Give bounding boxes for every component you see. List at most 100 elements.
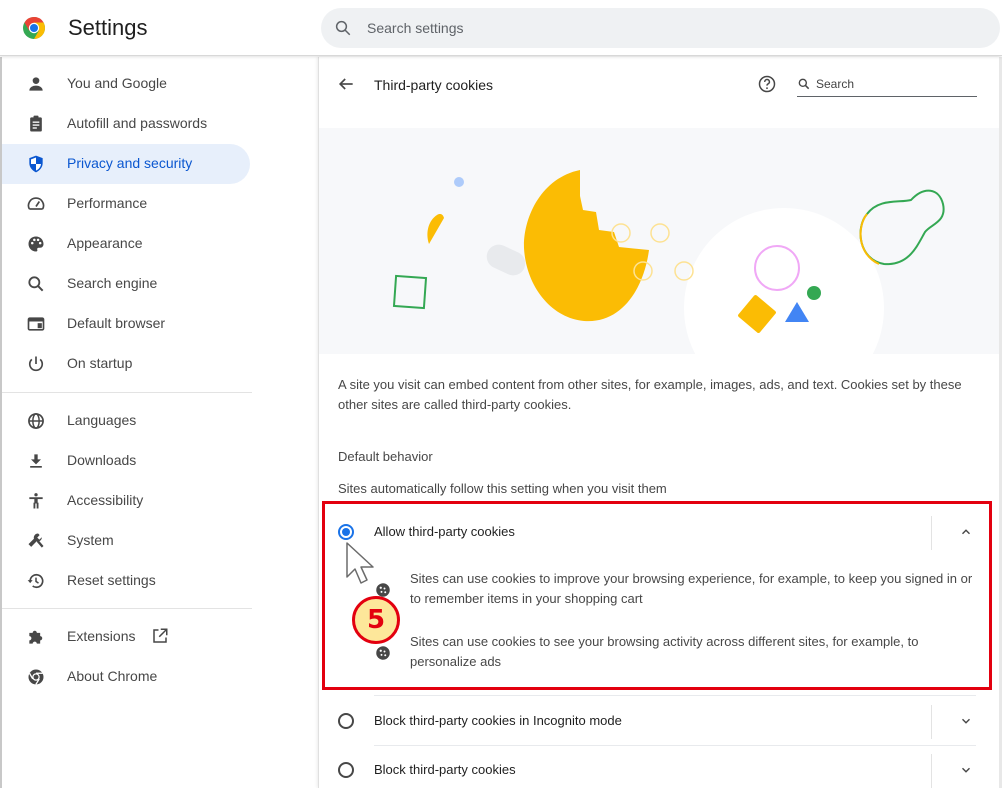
sidebar-item-label: Downloads [67,452,137,468]
sidebar-divider [2,392,252,393]
sidebar-item-label: Accessibility [67,492,144,508]
help-icon[interactable] [757,74,777,94]
radio-button[interactable] [338,762,354,778]
section-subtitle: Sites automatically follow this setting … [338,481,667,496]
row-divider [374,695,976,696]
bullet-text: Sites can use cookies to improve your br… [410,571,973,606]
cookie-icon [376,646,390,660]
bullet-text: Sites can use cookies to see your browsi… [410,634,919,669]
browser-window-icon [27,317,45,331]
chrome-logo-icon [23,17,45,39]
option-label: Block third-party cookies [374,762,516,777]
cookie-chip [674,261,694,281]
speedometer-icon [27,197,45,210]
green-blob-outline [859,189,945,266]
accessibility-icon [29,493,43,509]
sidebar-item-extensions[interactable]: Extensions [2,617,250,657]
mouse-cursor-icon [346,542,374,584]
sidebar-item-label: You and Google [67,75,167,91]
sidebar-nav: You and Google Autofill and passwords Pr… [0,57,258,788]
search-icon [798,78,810,90]
sidebar-item-label: System [67,532,114,548]
sidebar-item-search-engine[interactable]: Search engine [2,264,250,304]
download-icon [30,454,42,468]
separator [931,516,932,550]
puzzle-icon [29,630,43,644]
sidebar-item-label: Appearance [67,235,143,251]
sidebar-item-about-chrome[interactable]: About Chrome [2,657,250,697]
radio-button[interactable] [338,713,354,729]
settings-header: Settings [0,0,1002,56]
subpage-header: Third-party cookies [319,57,1001,127]
chevron-down-icon[interactable] [959,763,973,777]
sidebar-item-on-startup[interactable]: On startup [2,344,250,384]
sidebar-divider [2,608,252,609]
sidebar-item-downloads[interactable]: Downloads [2,441,250,481]
sidebar-item-label: Autofill and passwords [67,115,208,131]
sidebar-item-autofill[interactable]: Autofill and passwords [2,104,250,144]
green-dot [807,286,821,300]
subpage-search-input[interactable] [816,73,976,95]
subpage-search[interactable] [797,71,977,97]
cookies-illustration-graphic [392,170,945,354]
sidebar-item-accessibility[interactable]: Accessibility [2,481,250,521]
sidebar-item-you-and-google[interactable]: You and Google [2,64,250,104]
sidebar-item-system[interactable]: System [2,521,250,561]
search-icon [335,20,351,36]
sidebar-item-performance[interactable]: Performance [2,184,250,224]
sidebar-item-label: Search engine [67,275,158,291]
cookie-chip [650,223,670,243]
chevron-up-icon[interactable] [959,525,973,539]
back-arrow-icon[interactable] [336,74,356,94]
sidebar-item-label: On startup [67,355,133,371]
separator [931,754,932,788]
page-title: Third-party cookies [374,77,494,93]
option-block-third-party-cookies[interactable]: Block third-party cookies [319,746,1001,788]
globe-icon [28,413,44,429]
settings-search-bar[interactable] [321,8,1000,48]
sidebar-item-label: Languages [67,412,137,428]
sidebar-item-appearance[interactable]: Appearance [2,224,250,264]
cookie-shape [523,170,649,322]
sidebar-item-label: Privacy and security [67,155,193,171]
green-square [392,274,428,310]
cookies-illustration [319,128,1001,354]
sidebar-item-privacy-and-security[interactable]: Privacy and security [2,144,250,184]
page-description: A site you visit can embed content from … [338,377,962,412]
sidebar-item-label: Default browser [67,315,166,331]
white-backdrop-circle [684,208,884,354]
sidebar-item-label: About Chrome [67,668,158,684]
sidebar-item-reset-settings[interactable]: Reset settings [2,561,250,601]
person-icon [29,77,43,91]
chevron-down-icon[interactable] [959,714,973,728]
clipboard-icon [30,115,42,132]
blue-dot [454,177,464,187]
sidebar-item-languages[interactable]: Languages [2,401,250,441]
option-allow-third-party-cookies[interactable]: Allow third-party cookies [319,508,1001,556]
grey-pill [486,244,526,276]
option-block-incognito[interactable]: Block third-party cookies in Incognito m… [319,697,1001,745]
power-icon [28,356,44,372]
settings-search-input[interactable] [367,8,967,48]
yellow-half-moon [427,214,444,244]
palette-icon [28,236,44,252]
chrome-icon [28,669,44,685]
annotation-step-badge: 5 [352,596,400,644]
shield-icon [29,155,43,173]
search-icon [28,276,44,292]
cookie-chip [611,223,631,243]
separator [931,705,932,739]
third-party-cookies-page: Third-party cookies A site you visit [318,57,1001,788]
history-icon [27,573,44,589]
sidebar-item-label: Extensions [67,628,136,644]
section-title: Default behavior [338,449,433,464]
sidebar-item-default-browser[interactable]: Default browser [2,304,250,344]
sidebar-item-label: Performance [67,195,148,211]
option-label: Block third-party cookies in Incognito m… [374,713,622,728]
app-title: Settings [68,15,148,40]
radio-button-checked[interactable] [338,524,354,540]
wrench-icon [28,533,44,548]
sidebar-item-label: Reset settings [67,572,156,588]
option-label: Allow third-party cookies [374,524,515,539]
open-in-new-icon [153,628,168,643]
